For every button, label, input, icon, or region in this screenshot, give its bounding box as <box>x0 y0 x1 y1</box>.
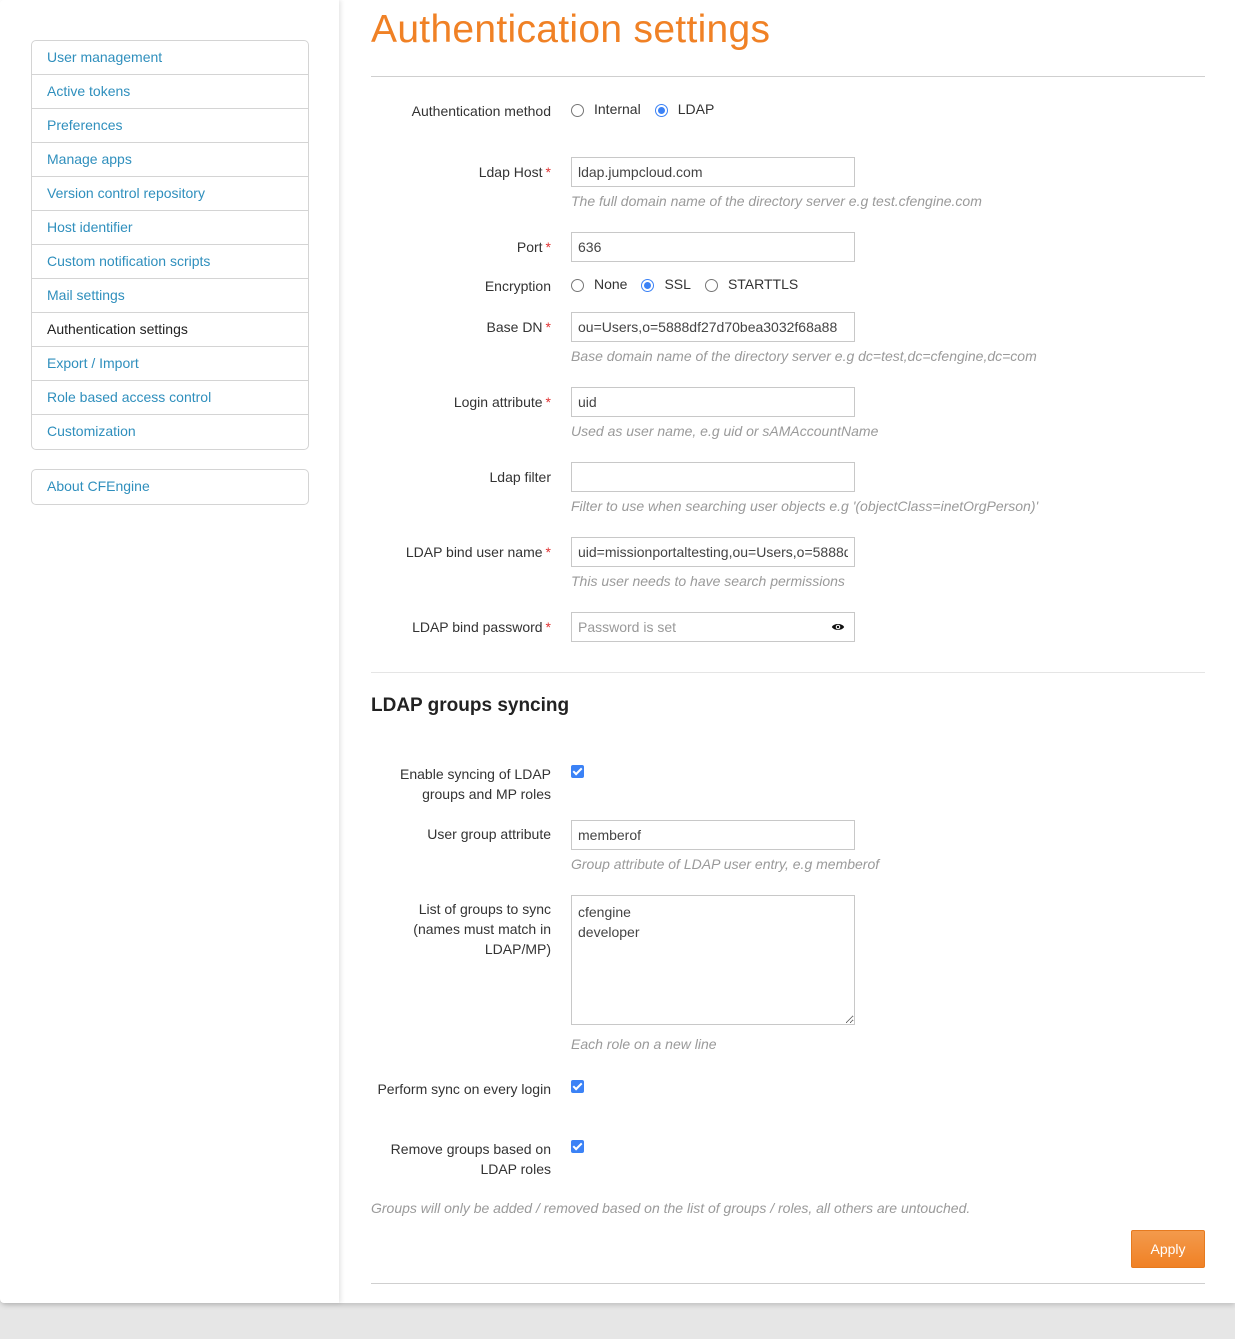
port-input[interactable] <box>571 232 855 262</box>
ldap-host-help: The full domain name of the directory se… <box>571 193 982 209</box>
section-divider <box>371 672 1205 673</box>
ldap-host-label: Ldap Host * <box>371 162 551 182</box>
sidebar-item-preferences[interactable]: Preferences <box>32 109 308 143</box>
bind-user-input[interactable] <box>571 537 855 567</box>
ldap-filter-input[interactable] <box>571 462 855 492</box>
base-dn-input[interactable] <box>571 312 855 342</box>
required-marker: * <box>545 319 551 335</box>
required-marker: * <box>545 544 551 560</box>
bind-password-row: LDAP bind password * <box>371 612 1205 642</box>
settings-sidebar: User management Active tokens Preference… <box>0 0 339 1303</box>
auth-method-ldap-label[interactable]: LDAP <box>678 101 715 117</box>
groups-list-label: List of groups to sync (names must match… <box>413 901 551 957</box>
required-marker: * <box>545 164 551 180</box>
sidebar-item-host-identifier[interactable]: Host identifier <box>32 211 308 245</box>
enable-sync-checkbox[interactable] <box>571 765 584 778</box>
apply-button[interactable]: Apply <box>1131 1230 1205 1268</box>
user-group-attribute-help: Group attribute of LDAP user entry, e.g … <box>571 856 880 872</box>
required-marker: * <box>545 619 551 635</box>
base-dn-help: Base domain name of the directory server… <box>571 348 1037 364</box>
required-marker: * <box>545 239 551 255</box>
ldap-filter-label: Ldap filter <box>489 469 551 485</box>
auth-method-label: Authentication method <box>411 103 551 119</box>
auth-method-ldap-radio[interactable] <box>654 104 668 117</box>
bind-user-label-text: LDAP bind user name <box>405 544 543 560</box>
groups-sync-title: LDAP groups syncing <box>371 695 570 716</box>
enable-sync-label: Enable syncing of LDAP groups and MP rol… <box>400 766 551 802</box>
encryption-ssl-label[interactable]: SSL <box>664 276 690 292</box>
auth-method-radio-group: Internal LDAP <box>571 101 728 117</box>
encryption-none-radio[interactable] <box>571 279 584 292</box>
bind-user-help: This user needs to have search permissio… <box>571 573 845 589</box>
user-group-attribute-input[interactable] <box>571 820 855 850</box>
ldap-filter-help: Filter to use when searching user object… <box>571 498 1039 514</box>
encryption-radio-group: None SSL STARTTLS <box>571 276 812 292</box>
sidebar-item-customization[interactable]: Customization <box>32 415 308 449</box>
login-attribute-input[interactable] <box>571 387 855 417</box>
groups-list-textarea[interactable] <box>571 895 855 1025</box>
port-label: Port * <box>371 237 551 257</box>
encryption-label: Encryption <box>484 278 551 294</box>
remove-groups-label: Remove groups based on LDAP roles <box>390 1141 551 1177</box>
encryption-starttls-label[interactable]: STARTTLS <box>728 276 798 292</box>
bind-password-field <box>571 612 855 642</box>
auth-method-internal-label[interactable]: Internal <box>594 101 641 117</box>
port-label-text: Port <box>516 239 543 255</box>
perform-sync-label: Perform sync on every login <box>377 1081 551 1097</box>
bind-password-label: LDAP bind password * <box>371 617 551 637</box>
perform-sync-checkbox[interactable] <box>571 1080 584 1093</box>
sidebar-item-version-control[interactable]: Version control repository <box>32 177 308 211</box>
about-nav: About CFEngine <box>31 469 309 505</box>
base-dn-label-text: Base DN <box>486 319 543 335</box>
encryption-none-label[interactable]: None <box>594 276 627 292</box>
base-dn-label: Base DN * <box>371 317 551 337</box>
user-group-attribute-label: User group attribute <box>427 826 551 842</box>
bind-user-label: LDAP bind user name * <box>371 542 551 562</box>
groups-list-help: Each role on a new line <box>571 1036 717 1052</box>
sidebar-item-notification-scripts[interactable]: Custom notification scripts <box>32 245 308 279</box>
title-divider <box>371 76 1205 77</box>
page-title: Authentication settings <box>371 8 771 51</box>
sidebar-item-active-tokens[interactable]: Active tokens <box>32 75 308 109</box>
sidebar-item-authentication-settings[interactable]: Authentication settings <box>32 313 308 347</box>
perform-sync-row: Perform sync on every login <box>371 1079 1205 1097</box>
sidebar-item-user-management[interactable]: User management <box>32 41 308 75</box>
sidebar-item-manage-apps[interactable]: Manage apps <box>32 143 308 177</box>
enable-sync-row: Enable syncing of LDAP groups and MP rol… <box>371 764 1205 802</box>
bind-password-input[interactable] <box>571 612 855 642</box>
login-attribute-label: Login attribute * <box>371 392 551 412</box>
encryption-ssl-radio[interactable] <box>641 279 655 292</box>
sidebar-item-rbac[interactable]: Role based access control <box>32 381 308 415</box>
encryption-starttls-radio[interactable] <box>704 279 718 292</box>
groups-sync-note: Groups will only be added / removed base… <box>371 1200 971 1216</box>
eye-icon[interactable] <box>831 620 845 634</box>
auth-method-internal-radio[interactable] <box>571 104 584 117</box>
sidebar-item-export-import[interactable]: Export / Import <box>32 347 308 381</box>
sidebar-item-about[interactable]: About CFEngine <box>32 470 308 504</box>
ldap-host-input[interactable] <box>571 157 855 187</box>
login-attribute-help: Used as user name, e.g uid or sAMAccount… <box>571 423 879 439</box>
ldap-host-label-text: Ldap Host <box>478 164 543 180</box>
remove-groups-checkbox[interactable] <box>571 1140 584 1153</box>
footer-divider <box>371 1283 1205 1284</box>
remove-groups-row: Remove groups based on LDAP roles <box>371 1139 1205 1177</box>
required-marker: * <box>545 394 551 410</box>
login-attribute-label-text: Login attribute <box>453 394 543 410</box>
sidebar-item-mail-settings[interactable]: Mail settings <box>32 279 308 313</box>
settings-nav: User management Active tokens Preference… <box>31 40 309 450</box>
bind-password-label-text: LDAP bind password <box>412 619 543 635</box>
